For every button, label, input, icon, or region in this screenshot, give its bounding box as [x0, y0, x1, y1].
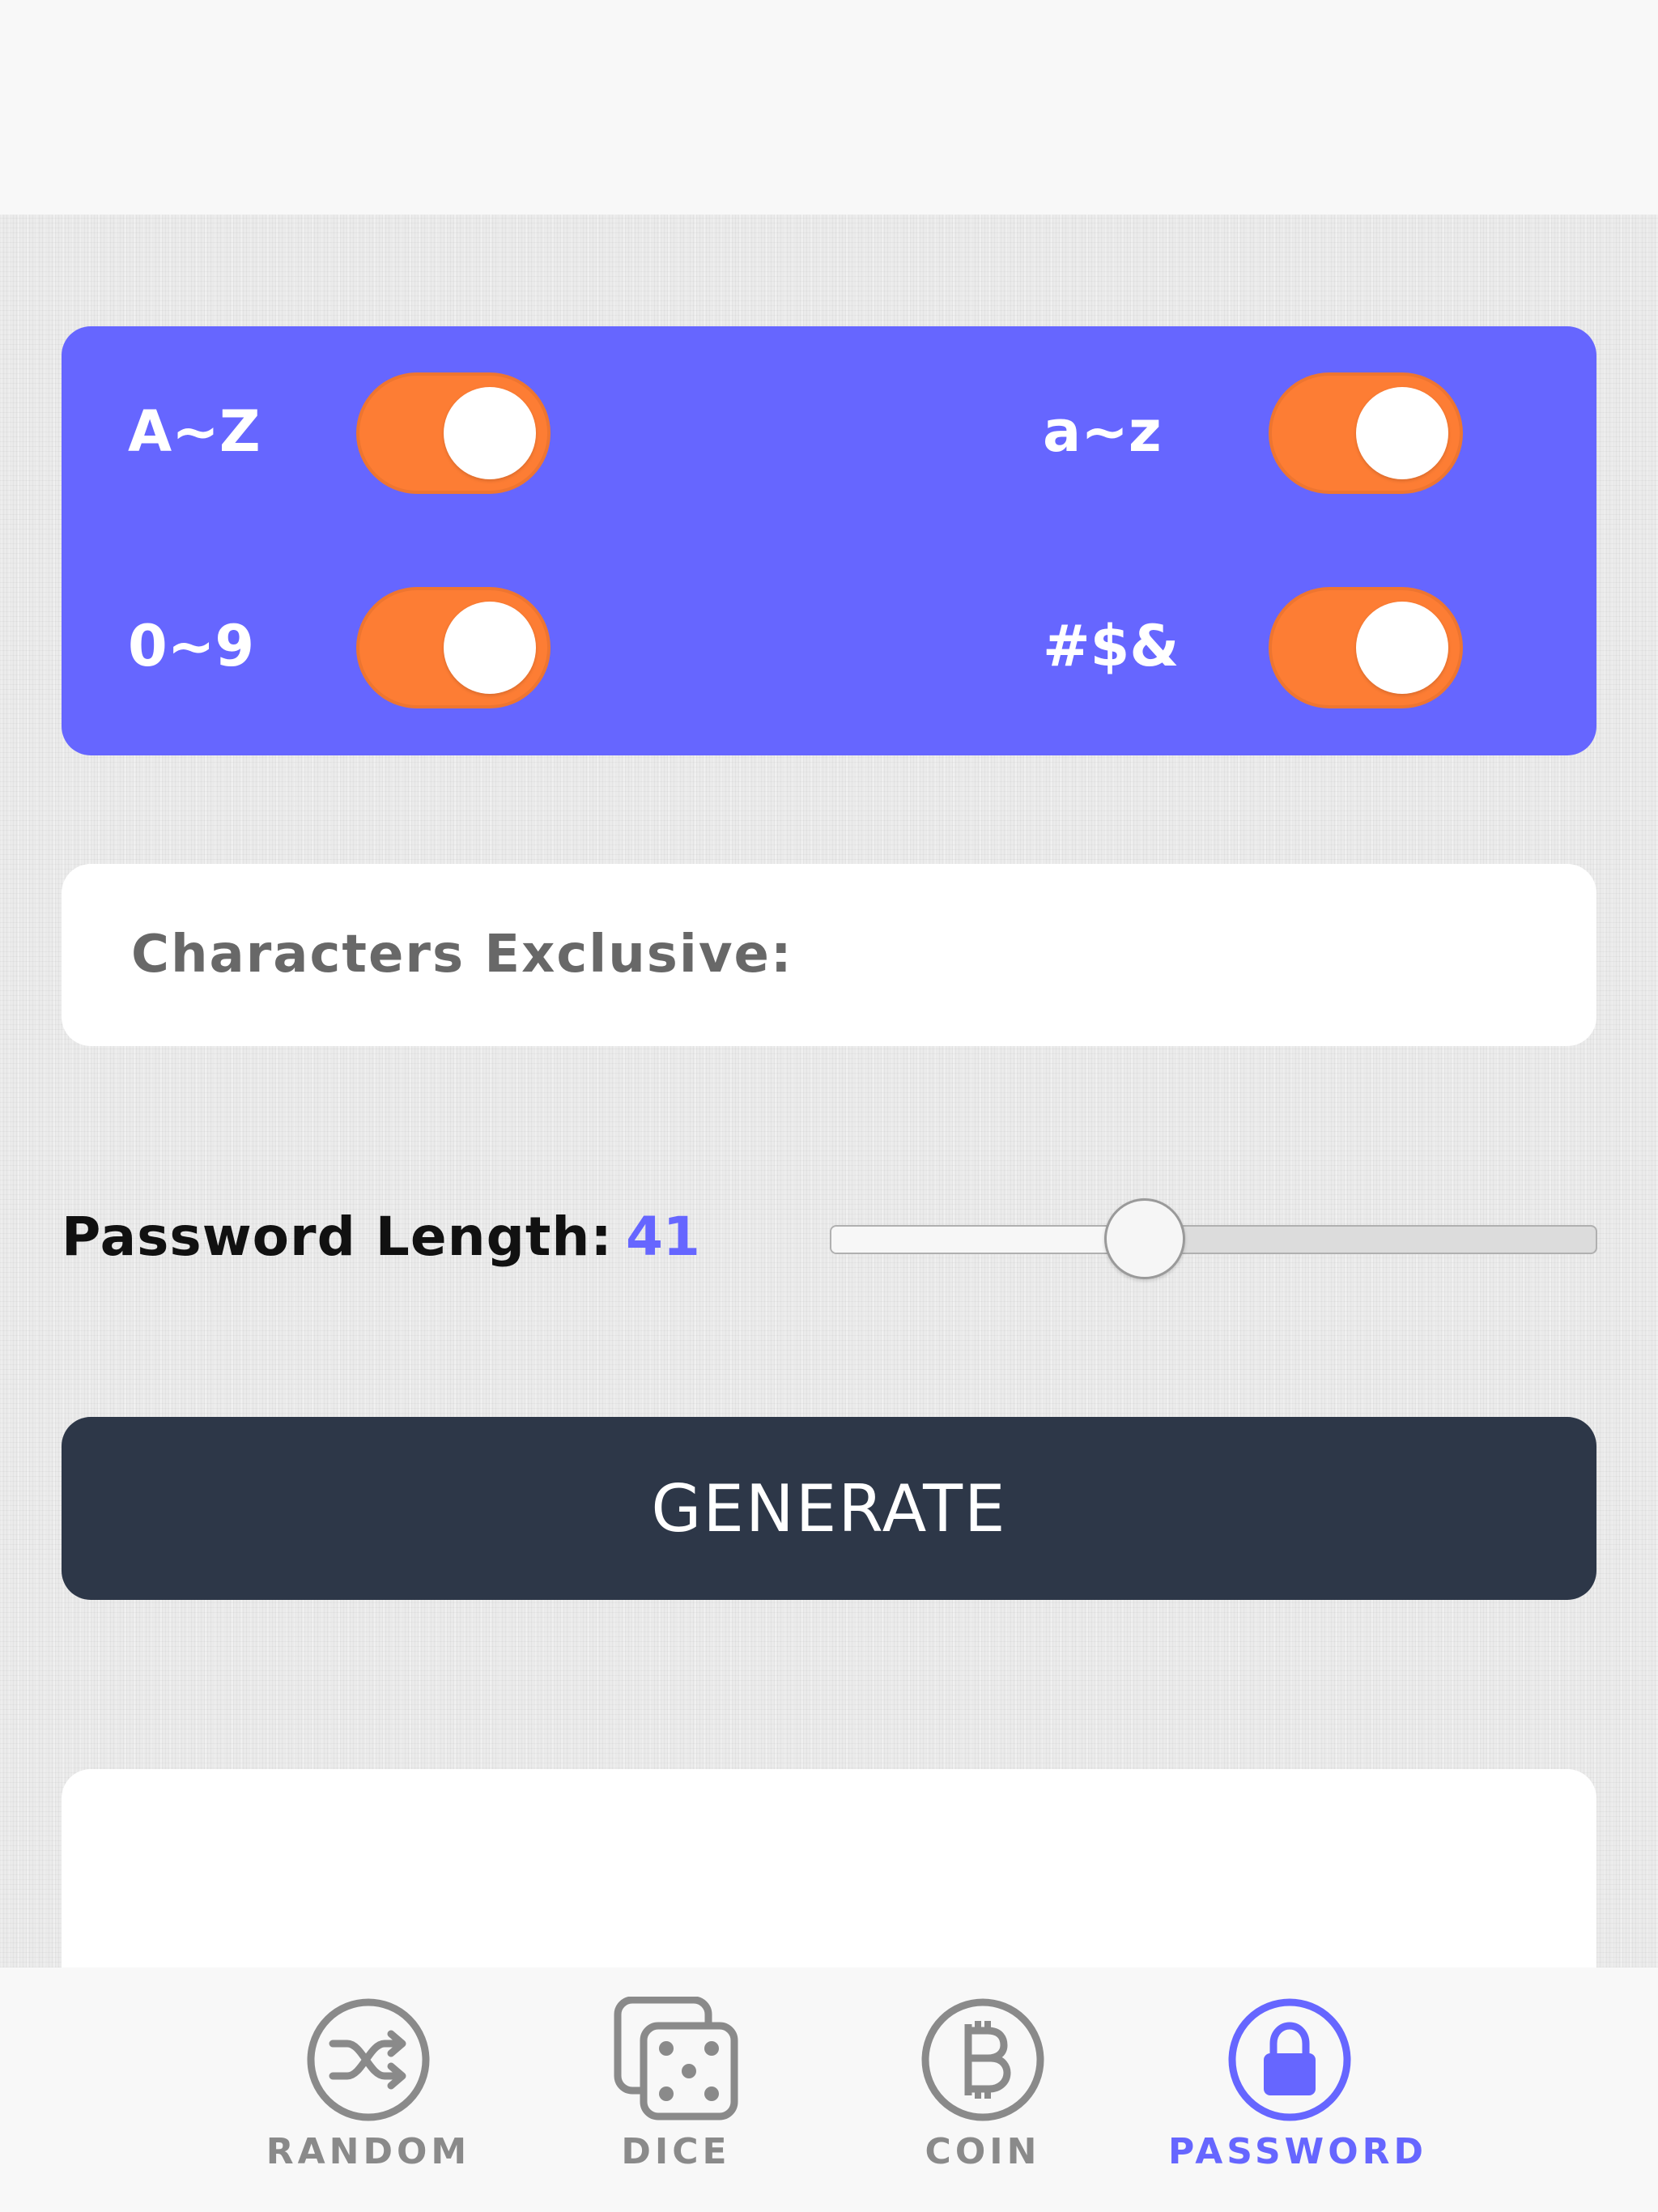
lowercase-toggle[interactable] — [1269, 372, 1463, 494]
tab-coin[interactable]: COIN — [861, 1967, 1104, 2212]
password-length-slider[interactable] — [830, 1194, 1597, 1279]
dice-icon — [614, 1997, 738, 2121]
symbols-label: #$& — [1043, 613, 1180, 679]
bitcoin-icon — [921, 1998, 1044, 2121]
tab-random[interactable]: RANDOM — [247, 1967, 490, 2212]
toggle-knob — [444, 387, 536, 479]
slider-thumb[interactable] — [1103, 1198, 1185, 1279]
digits-toggle[interactable] — [356, 587, 551, 708]
top-bar — [0, 0, 1658, 215]
toggle-knob — [444, 602, 536, 694]
characters-exclusive-label: Characters Exclusive: — [131, 925, 793, 985]
password-result-box — [62, 1769, 1596, 1967]
password-length-label: Password Length: — [62, 1206, 613, 1268]
symbols-toggle[interactable] — [1269, 587, 1463, 708]
main-content: A~Z a~z 0~9 #$& Characters Exclusive: Pa… — [0, 215, 1658, 1967]
bottom-tab-bar: RANDOM DICE COIN PASSWORD — [0, 1967, 1658, 2212]
generate-button-label: GENERATE — [651, 1470, 1007, 1546]
tab-password[interactable]: PASSWORD — [1168, 1967, 1428, 2212]
lowercase-label: a~z — [1043, 398, 1162, 465]
digits-label: 0~9 — [128, 613, 255, 679]
password-length-value: 41 — [626, 1206, 700, 1268]
characters-exclusive-field[interactable]: Characters Exclusive: — [62, 864, 1596, 1046]
slider-fill — [831, 1227, 1146, 1253]
generate-button[interactable]: GENERATE — [62, 1417, 1596, 1600]
lock-icon — [1228, 1998, 1351, 2121]
tab-dice[interactable]: DICE — [555, 1967, 797, 2212]
tab-random-label: RANDOM — [266, 2131, 471, 2172]
tab-password-label: PASSWORD — [1168, 2131, 1428, 2172]
characters-exclusive-input[interactable] — [823, 896, 1554, 1015]
toggle-knob — [1356, 387, 1448, 479]
toggle-knob — [1356, 602, 1448, 694]
uppercase-label: A~Z — [128, 398, 261, 465]
shuffle-icon — [307, 1998, 430, 2121]
uppercase-toggle[interactable] — [356, 372, 551, 494]
tab-dice-label: DICE — [621, 2131, 731, 2172]
slider-track — [830, 1225, 1597, 1254]
tab-coin-label: COIN — [925, 2131, 1041, 2172]
character-options-panel: A~Z a~z 0~9 #$& — [62, 326, 1596, 755]
